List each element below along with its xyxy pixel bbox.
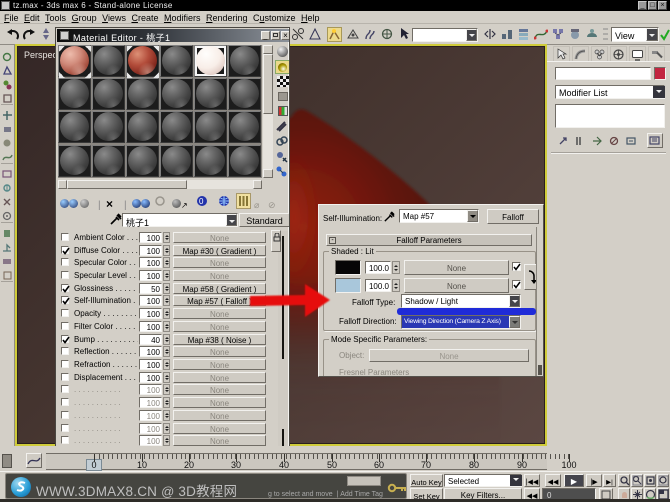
svg-text:0: 0	[199, 197, 204, 206]
